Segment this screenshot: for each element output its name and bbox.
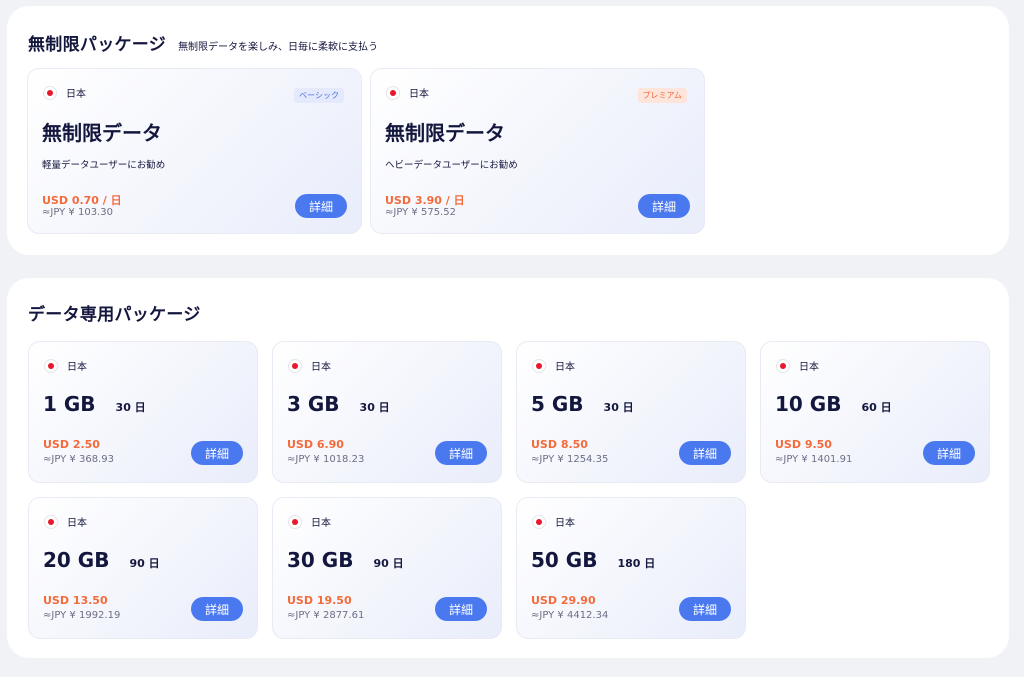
plan-price-jpy: ≈JPY ¥ 103.30 <box>42 207 113 218</box>
plan-price: USD 6.90 <box>287 438 344 451</box>
data-size: 10 GB <box>775 392 842 416</box>
detail-button[interactable]: 詳細 <box>191 441 243 465</box>
country-label: 日本 <box>386 85 429 100</box>
country-label: 日本 <box>44 514 87 529</box>
japan-flag-icon <box>386 85 400 100</box>
data-size: 5 GB <box>531 392 584 416</box>
data-amount: 10 GB 60 日 <box>775 392 892 416</box>
plan-price: USD 8.50 <box>531 438 588 451</box>
detail-button[interactable]: 詳細 <box>679 597 731 621</box>
data-card-50gb[interactable]: 日本 50 GB 180 日 USD 29.90 ≈JPY ¥ 4412.34 … <box>516 497 746 639</box>
country-name: 日本 <box>555 362 575 373</box>
japan-flag-icon <box>532 358 546 373</box>
validity-days: 90 日 <box>373 557 404 570</box>
country-label: 日本 <box>532 514 575 529</box>
plan-price: USD 2.50 <box>43 438 100 451</box>
plan-price-jpy: ≈JPY ¥ 4412.34 <box>531 610 609 621</box>
japan-flag-icon <box>44 358 58 373</box>
plan-badge-premium: プレミアム <box>637 88 687 103</box>
data-size: 30 GB <box>287 548 354 572</box>
plan-price-jpy: ≈JPY ¥ 1401.91 <box>775 454 853 465</box>
plan-badge-basic: ベーシック <box>294 88 344 103</box>
plan-price: USD 0.70 / 日 <box>42 194 122 207</box>
data-amount: 20 GB 90 日 <box>43 548 160 572</box>
country-name: 日本 <box>409 89 429 100</box>
validity-days: 180 日 <box>617 557 656 570</box>
detail-button[interactable]: 詳細 <box>295 194 347 218</box>
detail-button[interactable]: 詳細 <box>638 194 690 218</box>
data-card-3gb[interactable]: 日本 3 GB 30 日 USD 6.90 ≈JPY ¥ 1018.23 詳細 <box>272 341 502 483</box>
validity-days: 90 日 <box>129 557 160 570</box>
data-amount: 30 GB 90 日 <box>287 548 404 572</box>
country-label: 日本 <box>776 358 819 373</box>
unlimited-card-basic[interactable]: 日本 ベーシック 無制限データ 軽量データユーザーにお勧め USD 0.70 /… <box>27 68 362 234</box>
japan-flag-icon <box>288 358 302 373</box>
data-card-1gb[interactable]: 日本 1 GB 30 日 USD 2.50 ≈JPY ¥ 368.93 詳細 <box>28 341 258 483</box>
plan-price-jpy: ≈JPY ¥ 368.93 <box>43 454 114 465</box>
detail-button[interactable]: 詳細 <box>435 441 487 465</box>
data-amount: 50 GB 180 日 <box>531 548 655 572</box>
detail-button[interactable]: 詳細 <box>679 441 731 465</box>
validity-days: 30 日 <box>115 401 146 414</box>
country-label: 日本 <box>532 358 575 373</box>
plan-description: 軽量データユーザーにお勧め <box>42 160 166 171</box>
unlimited-section-title: 無制限パッケージ <box>28 35 167 55</box>
unlimited-card-premium[interactable]: 日本 プレミアム 無制限データ ヘビーデータユーザーにお勧め USD 3.90 … <box>370 68 705 234</box>
validity-days: 30 日 <box>603 401 634 414</box>
country-name: 日本 <box>555 518 575 529</box>
japan-flag-icon <box>44 514 58 529</box>
plan-price-jpy: ≈JPY ¥ 2877.61 <box>287 610 365 621</box>
japan-flag-icon <box>288 514 302 529</box>
data-card-10gb[interactable]: 日本 10 GB 60 日 USD 9.50 ≈JPY ¥ 1401.91 詳細 <box>760 341 990 483</box>
data-size: 1 GB <box>43 392 96 416</box>
data-size: 3 GB <box>287 392 340 416</box>
unlimited-section-subtitle: 無制限データを楽しみ、日毎に柔軟に支払う <box>178 42 379 53</box>
plan-description: ヘビーデータユーザーにお勧め <box>385 160 518 171</box>
japan-flag-icon <box>43 85 57 100</box>
plan-price: USD 9.50 <box>775 438 832 451</box>
country-label: 日本 <box>43 85 86 100</box>
country-label: 日本 <box>288 514 331 529</box>
country-label: 日本 <box>288 358 331 373</box>
plan-title: 無制限データ <box>42 121 162 145</box>
country-name: 日本 <box>311 362 331 373</box>
data-size: 20 GB <box>43 548 110 572</box>
detail-button[interactable]: 詳細 <box>435 597 487 621</box>
data-card-20gb[interactable]: 日本 20 GB 90 日 USD 13.50 ≈JPY ¥ 1992.19 詳… <box>28 497 258 639</box>
data-amount: 1 GB 30 日 <box>43 392 146 416</box>
data-amount: 5 GB 30 日 <box>531 392 634 416</box>
plan-price-jpy: ≈JPY ¥ 1018.23 <box>287 454 365 465</box>
japan-flag-icon <box>532 514 546 529</box>
plan-price: USD 13.50 <box>43 594 108 607</box>
plan-price: USD 29.90 <box>531 594 596 607</box>
data-card-5gb[interactable]: 日本 5 GB 30 日 USD 8.50 ≈JPY ¥ 1254.35 詳細 <box>516 341 746 483</box>
data-section-title: データ専用パッケージ <box>28 305 201 325</box>
country-name: 日本 <box>67 518 87 529</box>
detail-button[interactable]: 詳細 <box>191 597 243 621</box>
data-size: 50 GB <box>531 548 598 572</box>
detail-button[interactable]: 詳細 <box>923 441 975 465</box>
validity-days: 30 日 <box>359 401 390 414</box>
data-section-header: データ専用パッケージ <box>28 300 201 325</box>
plan-price: USD 19.50 <box>287 594 352 607</box>
country-label: 日本 <box>44 358 87 373</box>
country-name: 日本 <box>67 362 87 373</box>
data-amount: 3 GB 30 日 <box>287 392 390 416</box>
data-card-30gb[interactable]: 日本 30 GB 90 日 USD 19.50 ≈JPY ¥ 2877.61 詳… <box>272 497 502 639</box>
plan-price-jpy: ≈JPY ¥ 575.52 <box>385 207 456 218</box>
data-package-section: データ専用パッケージ 日本 1 GB 30 日 USD 2.50 ≈JPY ¥ … <box>7 278 1009 658</box>
unlimited-section-header: 無制限パッケージ 無制限データを楽しみ、日毎に柔軟に支払う <box>28 30 378 55</box>
plan-price-jpy: ≈JPY ¥ 1254.35 <box>531 454 609 465</box>
validity-days: 60 日 <box>861 401 892 414</box>
country-name: 日本 <box>799 362 819 373</box>
unlimited-package-section: 無制限パッケージ 無制限データを楽しみ、日毎に柔軟に支払う 日本 ベーシック 無… <box>7 6 1009 255</box>
japan-flag-icon <box>776 358 790 373</box>
plan-price: USD 3.90 / 日 <box>385 194 465 207</box>
plan-price-jpy: ≈JPY ¥ 1992.19 <box>43 610 121 621</box>
plan-title: 無制限データ <box>385 121 505 145</box>
country-name: 日本 <box>311 518 331 529</box>
country-name: 日本 <box>66 89 86 100</box>
